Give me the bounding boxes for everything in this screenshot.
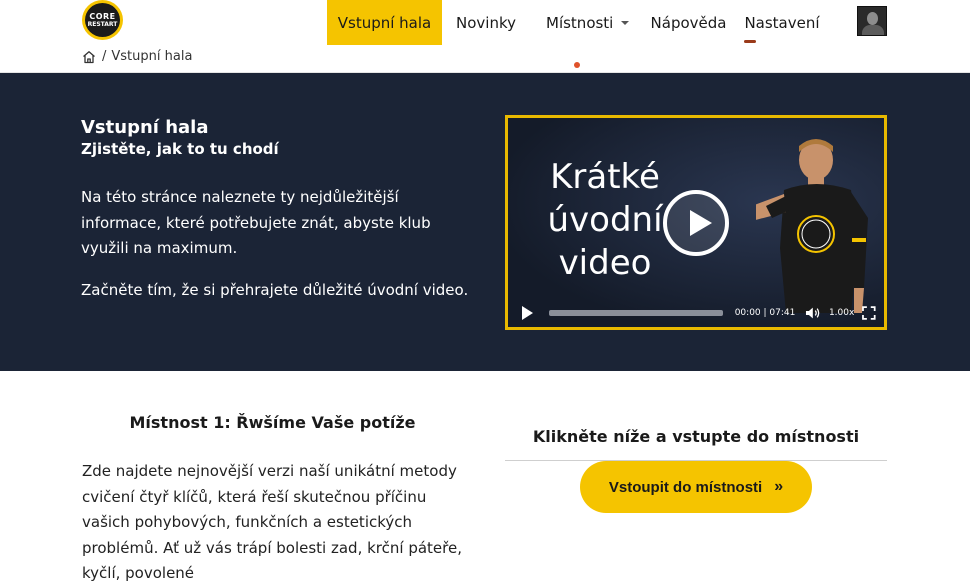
chevron-down-icon (621, 20, 630, 25)
video-time: 00:00 | 07:41 (734, 308, 796, 318)
hero-paragraph-video: Začněte tím, že si přehrajete důležité ú… (81, 281, 469, 299)
logo[interactable]: CORE RESTART (82, 0, 123, 40)
fullscreen-icon[interactable] (862, 306, 876, 320)
nav-item-nastaveni[interactable]: Nastavení (739, 0, 825, 45)
nav-item-mistnosti[interactable]: Místnosti (530, 0, 638, 45)
volume-icon[interactable] (805, 306, 821, 320)
play-overlay-button[interactable] (663, 190, 729, 256)
page-subtitle: Zjistěte, jak to tu chodí (81, 140, 279, 158)
enter-room-heading: Klikněte níže a vstupte do místnosti (532, 427, 860, 446)
video-controls: 00:00 | 07:41 1.00x (508, 299, 884, 327)
room-title: Místnost 1: Řwšíme Vaše potíže (129, 413, 416, 432)
hero-paragraph-intro: Na této stránce naleznete ty nejdůležitě… (81, 188, 431, 257)
home-icon[interactable] (82, 50, 96, 64)
presenter-figure (756, 139, 868, 313)
nav-item-novinky[interactable]: Novinky (442, 0, 530, 45)
logo-text-restart: RESTART (87, 20, 118, 28)
double-chevron-right-icon: » (774, 478, 784, 495)
nav-item-label: Místnosti (546, 13, 614, 32)
nav-item-label: Vstupní hala (337, 13, 432, 32)
hero-section: Vstupní hala Zjistěte, jak to tu chodí N… (0, 73, 970, 371)
nav-item-label: Nápověda (650, 13, 727, 32)
nav-item-label: Nastavení (744, 13, 820, 32)
breadcrumb-current: Vstupní hala (111, 49, 193, 64)
enter-room-button[interactable]: Vstoupit do místnosti » (580, 461, 812, 513)
avatar-head-shape (867, 12, 878, 25)
avatar-body-shape (862, 25, 884, 35)
play-icon (690, 210, 712, 236)
video-text-line: úvodní (547, 200, 663, 240)
breadcrumb-separator: / (102, 49, 107, 64)
intro-video-player[interactable]: Krátké úvodní video 00:00 | 07:41 1.00x (505, 115, 887, 330)
logo-text-core: CORE (89, 11, 116, 21)
playback-speed[interactable]: 1.00x (829, 308, 854, 318)
video-text-line: Krátké (550, 157, 660, 197)
breadcrumb: / Vstupní hala (82, 49, 192, 64)
main-nav: Vstupní hala Novinky Místnosti Nápověda … (327, 0, 825, 45)
video-progress-bar[interactable] (549, 310, 723, 316)
notification-dot (574, 62, 580, 68)
nav-item-label: Novinky (456, 13, 516, 32)
page-title: Vstupní hala (81, 117, 209, 138)
play-icon[interactable] (522, 306, 533, 320)
avatar[interactable] (857, 6, 887, 36)
room-description: Zde najdete nejnovější verzi naší unikát… (82, 462, 462, 582)
enter-room-button-label: Vstoupit do místnosti (608, 478, 763, 496)
video-text-line: video (558, 243, 652, 283)
site-header: CORE RESTART Vstupní hala Novinky Místno… (0, 0, 970, 73)
nav-item-napoveda[interactable]: Nápověda (638, 0, 739, 45)
nav-indicator (744, 40, 756, 43)
video-overlay-text: Krátké úvodní video (530, 156, 680, 285)
nav-item-vstupni-hala[interactable]: Vstupní hala (327, 0, 442, 45)
